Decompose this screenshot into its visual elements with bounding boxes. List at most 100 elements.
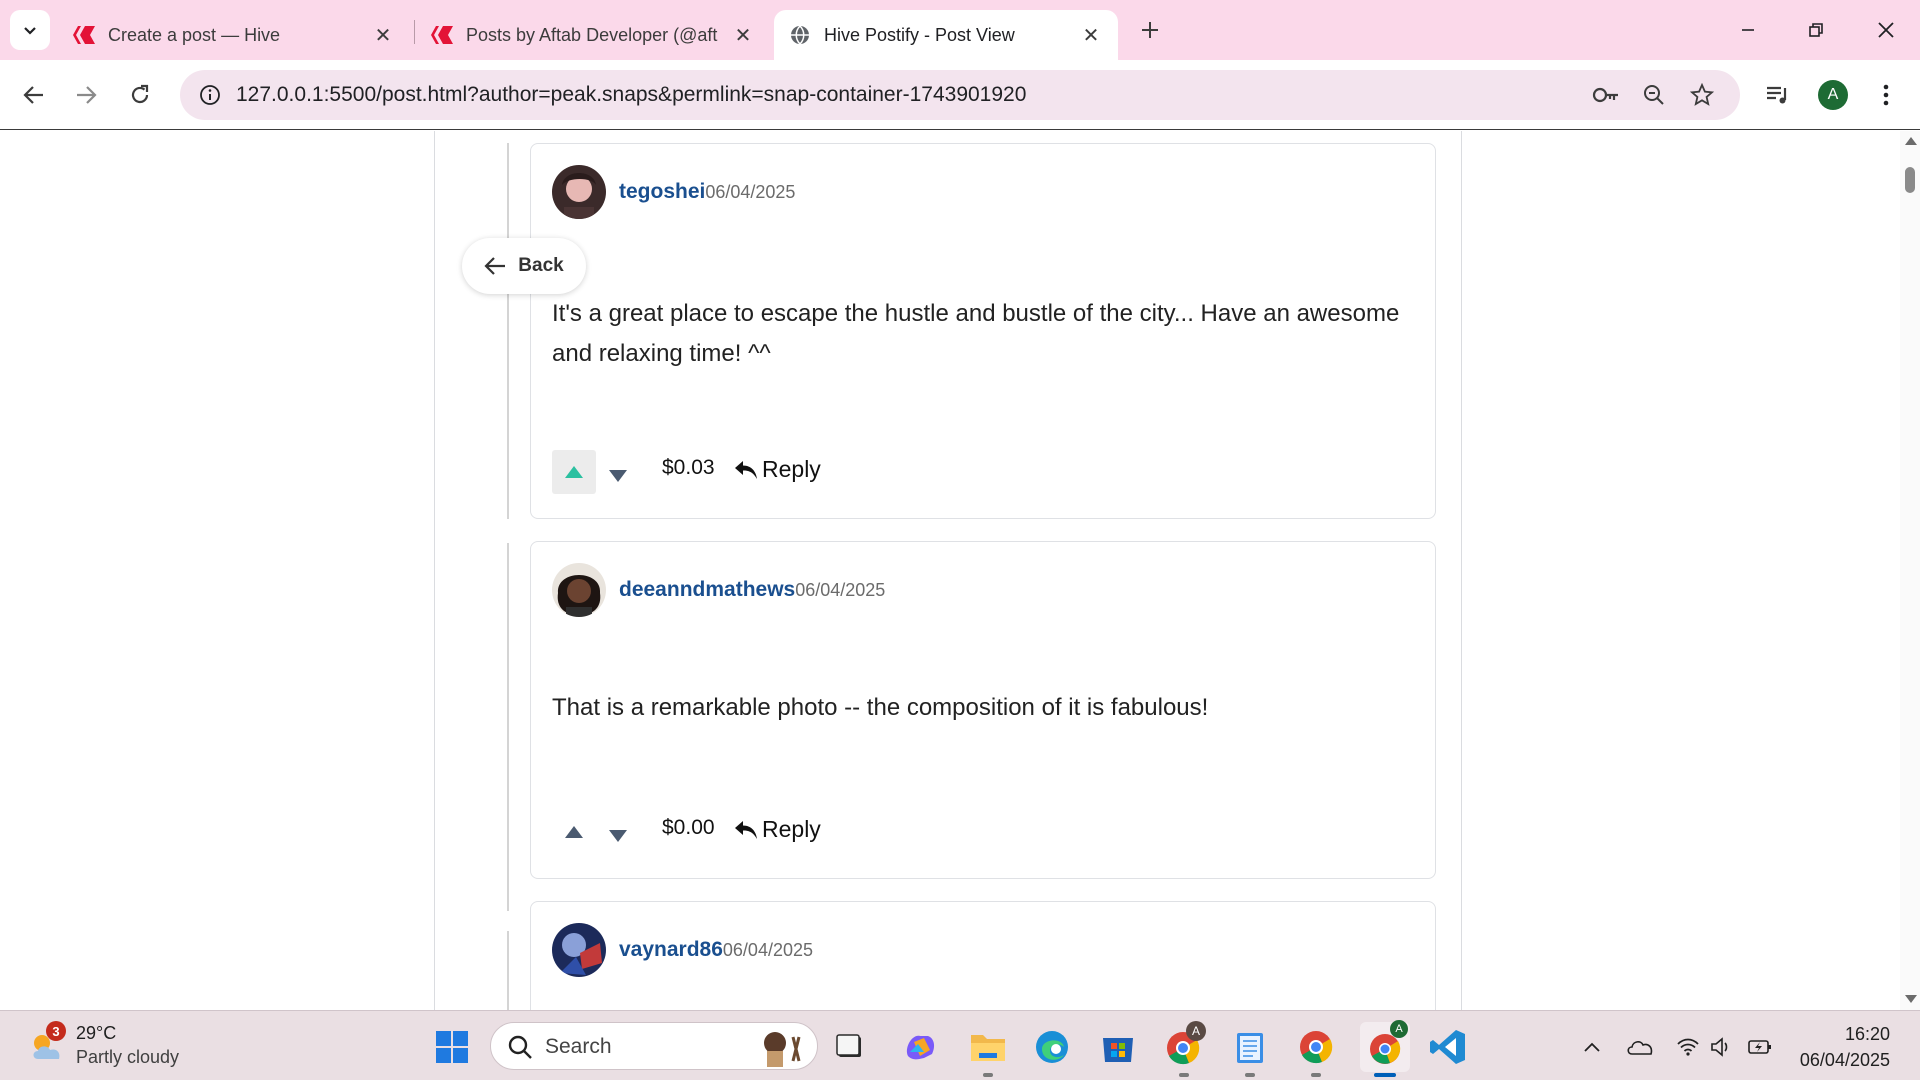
running-indicator xyxy=(1245,1073,1255,1077)
battery-charging-icon xyxy=(1748,1040,1771,1054)
chevron-up-icon xyxy=(1584,1042,1600,1052)
comment-payout: $0.00 xyxy=(662,816,715,839)
comment-author-link[interactable]: tegoshei xyxy=(619,180,705,203)
battery-tray[interactable] xyxy=(1746,1033,1774,1061)
store-icon xyxy=(1103,1038,1133,1062)
tab-search-button[interactable] xyxy=(10,10,50,50)
bookmark-star-icon[interactable] xyxy=(1686,79,1718,111)
start-button[interactable] xyxy=(430,1025,474,1069)
reload-icon xyxy=(131,84,149,104)
weather-alert-badge: 3 xyxy=(46,1021,66,1041)
comment-author-link[interactable]: vaynard86 xyxy=(619,938,723,961)
caret-down-icon xyxy=(609,470,627,482)
scroll-down-arrow-icon[interactable] xyxy=(1905,995,1917,1003)
edge-app[interactable] xyxy=(1030,1025,1074,1069)
site-info-icon[interactable] xyxy=(194,79,226,111)
running-indicator xyxy=(1179,1073,1189,1077)
reply-button[interactable]: Reply xyxy=(734,456,821,483)
close-window-button[interactable] xyxy=(1858,8,1914,52)
reply-button[interactable]: Reply xyxy=(734,816,821,843)
upvote-button[interactable] xyxy=(552,450,596,494)
profile-button[interactable]: A xyxy=(1813,75,1853,115)
page-scrollbar[interactable] xyxy=(1900,131,1920,1010)
minimize-button[interactable] xyxy=(1720,8,1776,52)
close-tab-icon[interactable]: ✕ xyxy=(370,22,396,48)
weather-condition: Partly cloudy xyxy=(76,1047,180,1067)
caret-up-icon xyxy=(565,826,583,838)
reload-button[interactable] xyxy=(120,75,160,115)
tab-hive-postify[interactable]: Hive Postify - Post View ✕ xyxy=(774,10,1118,60)
chrome-icon xyxy=(1300,1031,1333,1064)
scrollbar-thumb[interactable] xyxy=(1905,167,1915,193)
clock-time: 16:20 xyxy=(1844,1024,1890,1044)
onedrive-tray[interactable] xyxy=(1626,1033,1654,1061)
taskbar-clock[interactable]: 16:20 06/04/2025 xyxy=(1800,1021,1890,1073)
arrow-left-icon xyxy=(484,257,506,275)
tab-title: Create a post — Hive xyxy=(108,24,281,45)
address-bar[interactable]: 127.0.0.1:5500/post.html?author=peak.sna… xyxy=(180,70,1740,120)
close-tab-icon[interactable]: ✕ xyxy=(730,22,756,48)
tab-title: Posts by Aftab Developer (@aft xyxy=(466,24,718,45)
browser-tab-strip: Create a post — Hive ✕ Posts by Aftab De… xyxy=(0,0,1920,60)
music-queue-icon xyxy=(1767,86,1787,104)
thread-line xyxy=(507,143,509,519)
chrome-profile-app[interactable]: A xyxy=(1162,1021,1206,1077)
chrome-app[interactable] xyxy=(1294,1025,1338,1077)
wifi-tray[interactable] xyxy=(1674,1033,1702,1061)
close-tab-icon[interactable]: ✕ xyxy=(1078,22,1104,48)
vscode-app[interactable] xyxy=(1426,1025,1470,1069)
restore-button[interactable] xyxy=(1788,8,1844,52)
volume-tray[interactable] xyxy=(1708,1033,1736,1061)
show-hidden-icons-button[interactable] xyxy=(1578,1033,1606,1061)
file-explorer-app[interactable] xyxy=(966,1025,1010,1077)
media-controls-button[interactable] xyxy=(1758,75,1798,115)
avatar[interactable] xyxy=(552,563,606,617)
back-button[interactable]: Back xyxy=(462,238,586,294)
copilot-icon xyxy=(906,1035,935,1060)
windows-taskbar: 3 29°C Partly cloudy Search A A 16:20 06… xyxy=(0,1010,1920,1080)
comment-author-link[interactable]: deeanndmathews xyxy=(619,578,795,601)
reply-arrow-icon xyxy=(735,820,757,839)
comment-date: 06/04/2025 xyxy=(705,182,796,202)
zoom-icon[interactable] xyxy=(1638,79,1670,111)
task-view-icon xyxy=(836,1034,861,1057)
arrow-left-icon xyxy=(23,86,43,104)
chrome-active-app[interactable]: A xyxy=(1360,1020,1410,1077)
microsoft-store-app[interactable] xyxy=(1096,1025,1140,1069)
task-view-button[interactable] xyxy=(828,1025,872,1069)
tab-posts-by-aftab[interactable]: Posts by Aftab Developer (@aft ✕ xyxy=(416,10,770,60)
taskbar-search-box[interactable]: Search xyxy=(490,1022,818,1070)
tab-title: Hive Postify - Post View xyxy=(824,24,1015,45)
new-tab-button[interactable] xyxy=(1130,10,1170,50)
password-key-icon[interactable] xyxy=(1590,79,1622,111)
comment-actions: $0.03 Reply xyxy=(552,450,952,494)
comment-card: tegoshei06/04/2025 It's a great place to… xyxy=(530,143,1436,519)
downvote-button[interactable] xyxy=(600,458,636,494)
comment-date: 06/04/2025 xyxy=(722,940,813,960)
browser-menu-button[interactable] xyxy=(1866,75,1906,115)
restore-icon xyxy=(1809,23,1823,37)
comment-meta: tegoshei06/04/2025 xyxy=(619,180,795,204)
comment-body: That is a remarkable photo -- the compos… xyxy=(552,694,1209,721)
downvote-button[interactable] xyxy=(600,818,636,854)
profile-badge: A xyxy=(1186,1021,1206,1041)
forward-nav-button[interactable] xyxy=(66,75,106,115)
comment-card: deeanndmathews06/04/2025 That is a remar… xyxy=(530,541,1436,879)
thread-line xyxy=(507,931,509,1010)
avatar[interactable] xyxy=(552,165,606,219)
url-text: 127.0.0.1:5500/post.html?author=peak.sna… xyxy=(236,83,1027,106)
plus-icon xyxy=(1142,22,1158,38)
back-nav-button[interactable] xyxy=(14,75,54,115)
scroll-up-arrow-icon[interactable] xyxy=(1905,137,1917,145)
caret-up-icon xyxy=(565,466,583,478)
edge-browser-icon xyxy=(1036,1031,1068,1063)
copilot-app[interactable] xyxy=(898,1025,942,1069)
search-icon xyxy=(508,1035,532,1059)
comment-payout: $0.03 xyxy=(662,456,715,479)
notepad-app[interactable] xyxy=(1228,1025,1272,1077)
avatar[interactable] xyxy=(552,923,606,977)
cloud-icon xyxy=(1627,1041,1653,1055)
tab-create-post[interactable]: Create a post — Hive ✕ xyxy=(58,10,410,60)
upvote-button[interactable] xyxy=(552,810,596,854)
notepad-icon xyxy=(1237,1033,1263,1063)
